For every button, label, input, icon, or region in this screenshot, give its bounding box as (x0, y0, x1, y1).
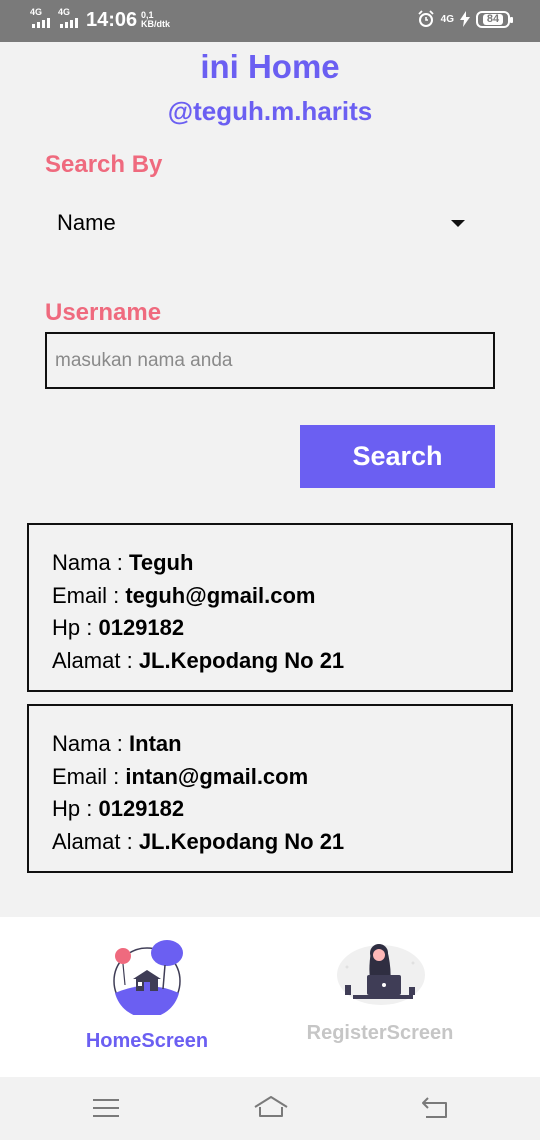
search-by-dropdown[interactable]: Name (45, 200, 475, 246)
back-icon[interactable] (420, 1091, 450, 1125)
alamat-label: Alamat : (52, 647, 139, 673)
username-input[interactable] (45, 332, 495, 389)
search-by-selected: Name (57, 210, 116, 235)
system-nav-bar (0, 1077, 540, 1140)
alamat-label: Alamat : (52, 828, 139, 854)
nama-value: Teguh (129, 550, 194, 575)
home-icon[interactable] (253, 1091, 289, 1125)
nama-label: Nama : (52, 731, 130, 756)
card-row-nama: Nama : Intan (52, 728, 511, 761)
clock: 14:06 (86, 9, 138, 31)
card-row-hp: Hp : 0129182 (52, 793, 511, 826)
home-illustration-icon (113, 940, 183, 1015)
search-by-label: Search By (45, 151, 163, 178)
signal-icon (60, 18, 78, 28)
card-row-alamat: Alamat : JL.Kepodang No 21 (52, 826, 511, 859)
nama-label: Nama : (52, 550, 130, 575)
volte-label: 4G (440, 13, 454, 25)
battery-icon: 84 (476, 10, 513, 28)
nama-value: Intan (129, 731, 182, 756)
alamat-value: JL.Kepodang No 21 (138, 647, 345, 673)
tab-home[interactable]: HomeScreen (12, 917, 282, 1077)
email-label: Email : (52, 582, 126, 608)
battery-level: 84 (482, 13, 504, 25)
signal-icon (32, 18, 50, 28)
bottom-tab-bar: HomeScreen RegisterScreen (0, 917, 540, 1077)
hp-label: Hp : (52, 796, 99, 821)
page-title: ini Home (200, 48, 340, 85)
caret-down-icon (451, 219, 465, 227)
tab-register[interactable]: RegisterScreen (245, 917, 515, 1077)
laptop-person-illustration-icon (337, 944, 425, 1005)
email-value: intan@gmail.com (125, 763, 309, 789)
network-speed: 0,1 KB/dtk (141, 11, 170, 29)
status-icons: 4G 84 (417, 10, 513, 28)
alarm-icon (418, 10, 434, 27)
tab-home-label: HomeScreen (85, 1030, 209, 1052)
charging-icon (460, 11, 470, 27)
card-row-email: Email : teguh@gmail.com (52, 580, 511, 613)
network-speed-unit: KB/dtk (141, 19, 170, 29)
page-subtitle: @teguh.m.harits (167, 96, 373, 126)
email-value: teguh@gmail.com (125, 582, 316, 608)
card-row-hp: Hp : 0129182 (52, 612, 511, 645)
user-card: Nama : Intan Email : intan@gmail.com Hp … (27, 704, 513, 873)
username-label: Username (45, 299, 162, 326)
menu-icon[interactable] (92, 1091, 120, 1125)
hp-value: 0129182 (98, 615, 185, 640)
user-card: Nama : Teguh Email : teguh@gmail.com Hp … (27, 523, 513, 692)
tab-register-label: RegisterScreen (306, 1022, 454, 1044)
card-row-nama: Nama : Teguh (52, 547, 511, 580)
status-bar: 4G 4G 14:06 0,1 KB/dtk 4G 84 (0, 0, 540, 42)
card-row-alamat: Alamat : JL.Kepodang No 21 (52, 645, 511, 678)
alamat-value: JL.Kepodang No 21 (138, 828, 345, 854)
hp-label: Hp : (52, 615, 99, 640)
card-row-email: Email : intan@gmail.com (52, 761, 511, 794)
network-type-1: 4G (30, 7, 43, 17)
hp-value: 0129182 (98, 796, 185, 821)
email-label: Email : (52, 763, 126, 789)
network-type-2: 4G (58, 7, 71, 17)
search-button[interactable]: Search (300, 425, 495, 488)
